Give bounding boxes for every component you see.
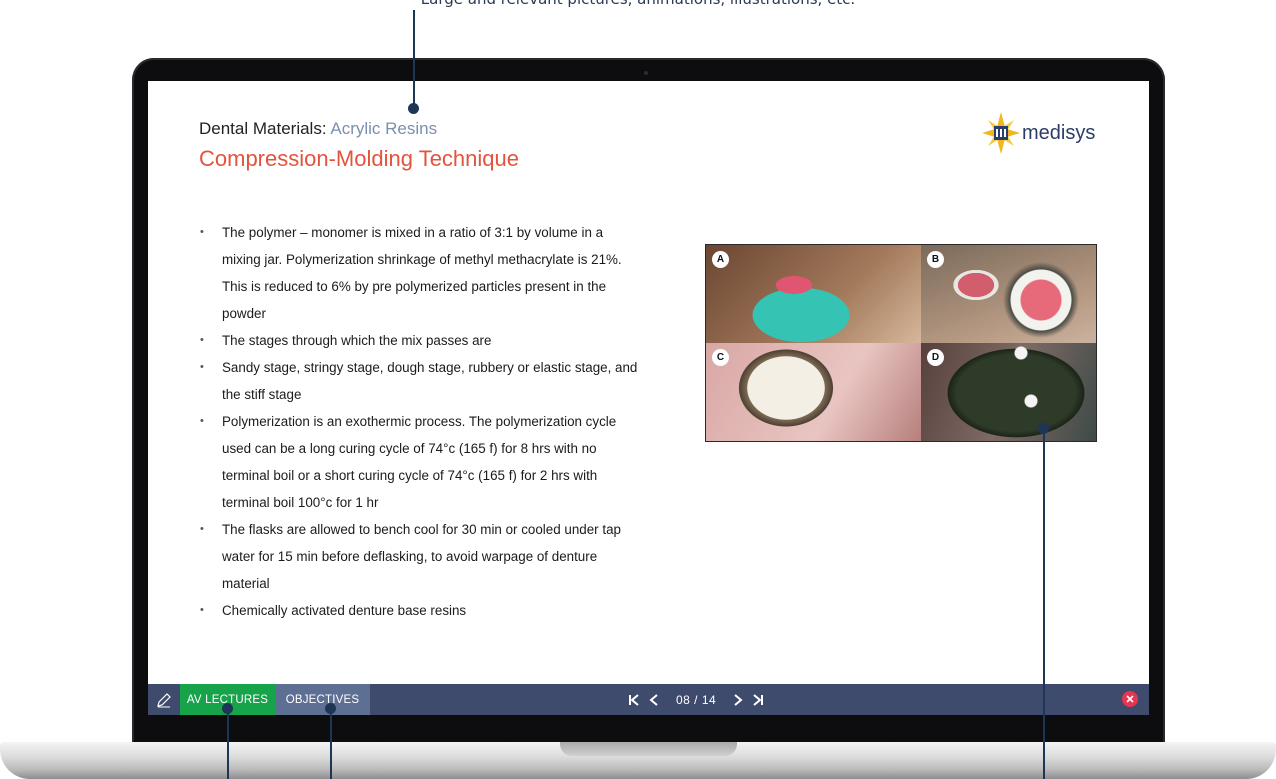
objectives-button[interactable]: OBJECTIVES	[275, 684, 370, 715]
photo-label: C	[712, 349, 729, 366]
slide-screen: Dental Materials: Acrylic Resins Compres…	[148, 81, 1149, 715]
top-caption: Large and relevant pictures, animations,…	[0, 0, 1276, 10]
slide-subtitle: Compression-Molding Technique	[199, 146, 519, 171]
photo-label: A	[712, 251, 729, 268]
last-page-icon[interactable]	[748, 684, 768, 715]
bullet-item: Polymerization is an exothermic process.…	[200, 408, 640, 516]
logo-text: medisys	[1022, 121, 1096, 144]
page-indicator: 08 / 14	[676, 692, 717, 707]
photo-c: C	[706, 343, 921, 441]
bullet-item: The polymer – monomer is mixed in a rati…	[200, 219, 640, 327]
callout-line-photo	[1043, 428, 1045, 779]
first-page-icon[interactable]	[624, 684, 644, 715]
bottom-toolbar: AV LECTURES OBJECTIVES 08 / 14	[148, 684, 1149, 715]
callout-line-objectives	[330, 708, 332, 779]
photo-collage[interactable]: A B C D	[705, 244, 1097, 442]
prev-page-icon[interactable]	[644, 684, 664, 715]
photo-label: D	[927, 349, 944, 366]
callout-dot-photo	[1038, 423, 1049, 434]
pen-icon[interactable]	[148, 684, 180, 715]
callout-line-top	[413, 10, 415, 108]
callout-dot-objectives	[325, 703, 336, 714]
callout-dot-top	[408, 103, 419, 114]
photo-d: D	[921, 343, 1096, 441]
close-icon[interactable]	[1122, 691, 1138, 707]
callout-line-av	[227, 708, 229, 779]
photo-a: A	[706, 245, 921, 343]
photo-label: B	[927, 251, 944, 268]
bullet-item: Chemically activated denture base resins	[200, 597, 640, 624]
title-prefix: Dental Materials:	[199, 119, 327, 138]
camera-icon	[644, 71, 648, 75]
callout-dot-av	[222, 703, 233, 714]
bullet-list: The polymer – monomer is mixed in a rati…	[200, 219, 640, 624]
bullet-item: The flasks are allowed to bench cool for…	[200, 516, 640, 597]
slide-title: Dental Materials: Acrylic Resins	[199, 119, 437, 139]
medisys-sun-icon	[982, 112, 1020, 154]
laptop-notch	[560, 742, 737, 756]
bullet-item: Sandy stage, stringy stage, dough stage,…	[200, 354, 640, 408]
photo-b: B	[921, 245, 1096, 343]
medisys-logo: medisys	[982, 110, 1095, 156]
next-page-icon[interactable]	[728, 684, 748, 715]
title-topic: Acrylic Resins	[330, 119, 438, 138]
bullet-item: The stages through which the mix passes …	[200, 327, 640, 354]
page-navigation: 08 / 14	[624, 684, 768, 715]
